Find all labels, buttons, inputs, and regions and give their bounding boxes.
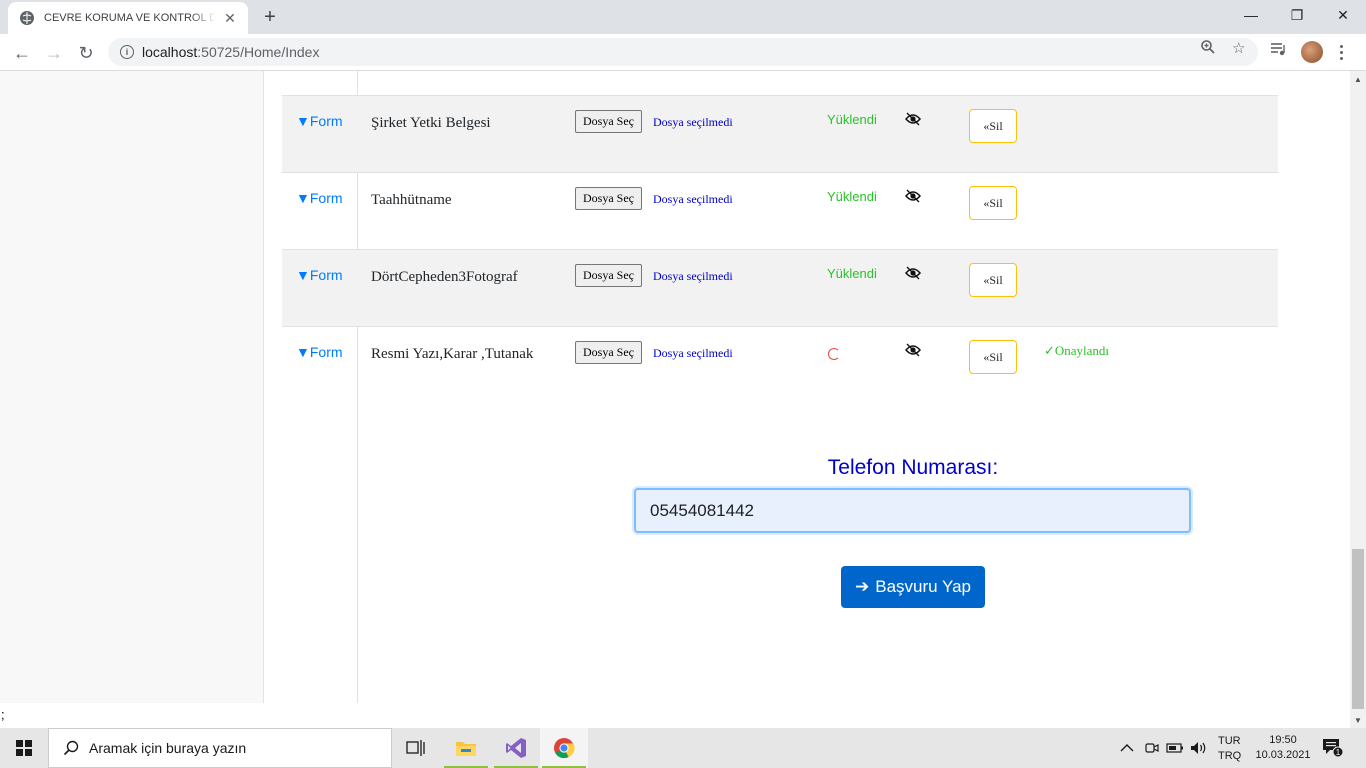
meet-now-icon[interactable] [1144,728,1160,768]
view-eye-icon[interactable] [905,112,921,126]
profile-avatar[interactable] [1301,41,1323,63]
volume-icon[interactable] [1190,728,1208,768]
scroll-thumb[interactable] [1352,549,1364,709]
phone-input[interactable] [634,488,1191,533]
notification-count: 1 [1336,748,1341,757]
sidebar [0,71,264,703]
file-status: Dosya seçilmedi [653,115,733,129]
forward-arrow-icon[interactable]: → [40,39,68,67]
reload-icon[interactable]: ↻ [72,39,100,67]
document-row: ▼Form Taahhütname Dosya Seç Dosya seçilmedi… [282,172,1278,249]
info-icon[interactable]: i [120,45,134,59]
file-status: Dosya seçilmedi [653,269,733,283]
media-controls-icon[interactable] [1270,41,1288,61]
form-link[interactable]: ▼Form [296,113,343,129]
upload-status: Yüklendi [827,112,877,127]
globe-icon [20,11,34,25]
page-viewport: ▼Form Şirket Yetki Belgesi Dosya Seç Dosya … [0,71,1350,703]
document-name: Taahhütname [371,192,452,208]
delete-button[interactable]: «Sil [969,109,1017,143]
restore-button[interactable]: ❐ [1274,0,1320,30]
back-arrow-icon[interactable]: ← [8,39,36,67]
form-link[interactable]: ▼Form [296,344,343,360]
file-explorer-icon[interactable] [442,728,490,768]
windows-logo-icon [16,740,32,756]
choose-file-button[interactable]: Dosya Seç [575,264,642,287]
new-tab-button[interactable]: + [258,6,282,28]
minimize-button[interactable]: — [1228,0,1274,30]
document-name: Şirket Yetki Belgesi [371,115,491,131]
delete-button[interactable]: «Sil [969,186,1017,220]
form-link[interactable]: ▼Form [296,190,343,206]
status-text: ; [1,707,5,722]
search-icon [63,740,79,756]
more-menu-icon[interactable] [1334,40,1348,64]
delete-button[interactable]: «Sil [969,340,1017,374]
document-row: ▼Form Resmi Yazı,Karar ,Tutanak Dosya Seç D… [282,326,1278,403]
choose-file-button[interactable]: Dosya Seç [575,341,642,364]
zoom-icon[interactable] [1200,39,1216,59]
view-eye-icon[interactable] [905,343,921,357]
search-placeholder: Aramak için buraya yazın [89,740,247,756]
document-name: DörtCepheden3Fotograf [371,269,518,285]
address-bar[interactable]: i localhost:50725/Home/Index [108,38,1258,66]
status-strip: ; [0,703,1350,728]
approval-status: ✓Onaylandı [1044,343,1110,358]
show-hidden-icons[interactable] [1120,728,1134,768]
loading-spinner-icon [828,348,840,360]
close-window-button[interactable]: ✕ [1320,0,1366,30]
upload-status: Yüklendi [827,189,877,204]
document-row: ▼Form DörtCepheden3Fotograf Dosya Seç Dosya… [282,249,1278,326]
browser-tab[interactable]: CEVRE KORUMA VE KONTROL DAIRESI ✕ [8,2,248,34]
view-eye-icon[interactable] [905,266,921,280]
taskbar-search[interactable]: Aramak için buraya yazın [48,728,392,768]
phone-label: Telefon Numarası: [827,456,999,479]
url-text: localhost:50725/Home/Index [142,44,320,60]
start-button[interactable] [0,728,48,768]
scroll-down-icon[interactable]: ▼ [1350,712,1366,728]
document-row: ▼Form Şirket Yetki Belgesi Dosya Seç Dosya … [282,95,1278,172]
taskbar-clock[interactable]: 19:50 10.03.2021 [1250,733,1316,763]
notification-center-icon[interactable]: 1 [1322,738,1344,758]
upload-status: Yüklendi [827,266,877,281]
task-view-icon[interactable] [392,728,440,768]
document-name: Resmi Yazı,Karar ,Tutanak [371,346,534,362]
visual-studio-icon[interactable] [492,728,540,768]
delete-button[interactable]: «Sil [969,263,1017,297]
arrow-right-icon: ➔ [854,577,870,596]
input-language[interactable]: TUR TRQ [1218,734,1241,764]
submit-application-button[interactable]: ➔ Başvuru Yap [841,566,985,608]
scroll-up-icon[interactable]: ▲ [1350,71,1366,87]
bookmark-star-icon[interactable]: ☆ [1232,39,1245,57]
browser-tab-bar: CEVRE KORUMA VE KONTROL DAIRESI ✕ + — ❐ … [0,0,1366,34]
chrome-icon[interactable] [540,728,588,768]
battery-network-icon[interactable] [1166,728,1184,768]
page-scrollbar[interactable]: ▲ ▼ [1350,71,1366,728]
choose-file-button[interactable]: Dosya Seç [575,187,642,210]
tab-title: CEVRE KORUMA VE KONTROL DAIRESI [44,12,216,24]
browser-toolbar: ← → ↻ i localhost:50725/Home/Index ☆ [0,34,1366,71]
view-eye-icon[interactable] [905,189,921,203]
file-status: Dosya seçilmedi [653,346,733,360]
close-tab-icon[interactable]: ✕ [222,10,238,26]
windows-taskbar: Aramak için buraya yazın TUR TRQ 19:50 1… [0,728,1366,768]
file-status: Dosya seçilmedi [653,192,733,206]
choose-file-button[interactable]: Dosya Seç [575,110,642,133]
form-link[interactable]: ▼Form [296,267,343,283]
submit-label: Başvuru Yap [875,577,972,596]
